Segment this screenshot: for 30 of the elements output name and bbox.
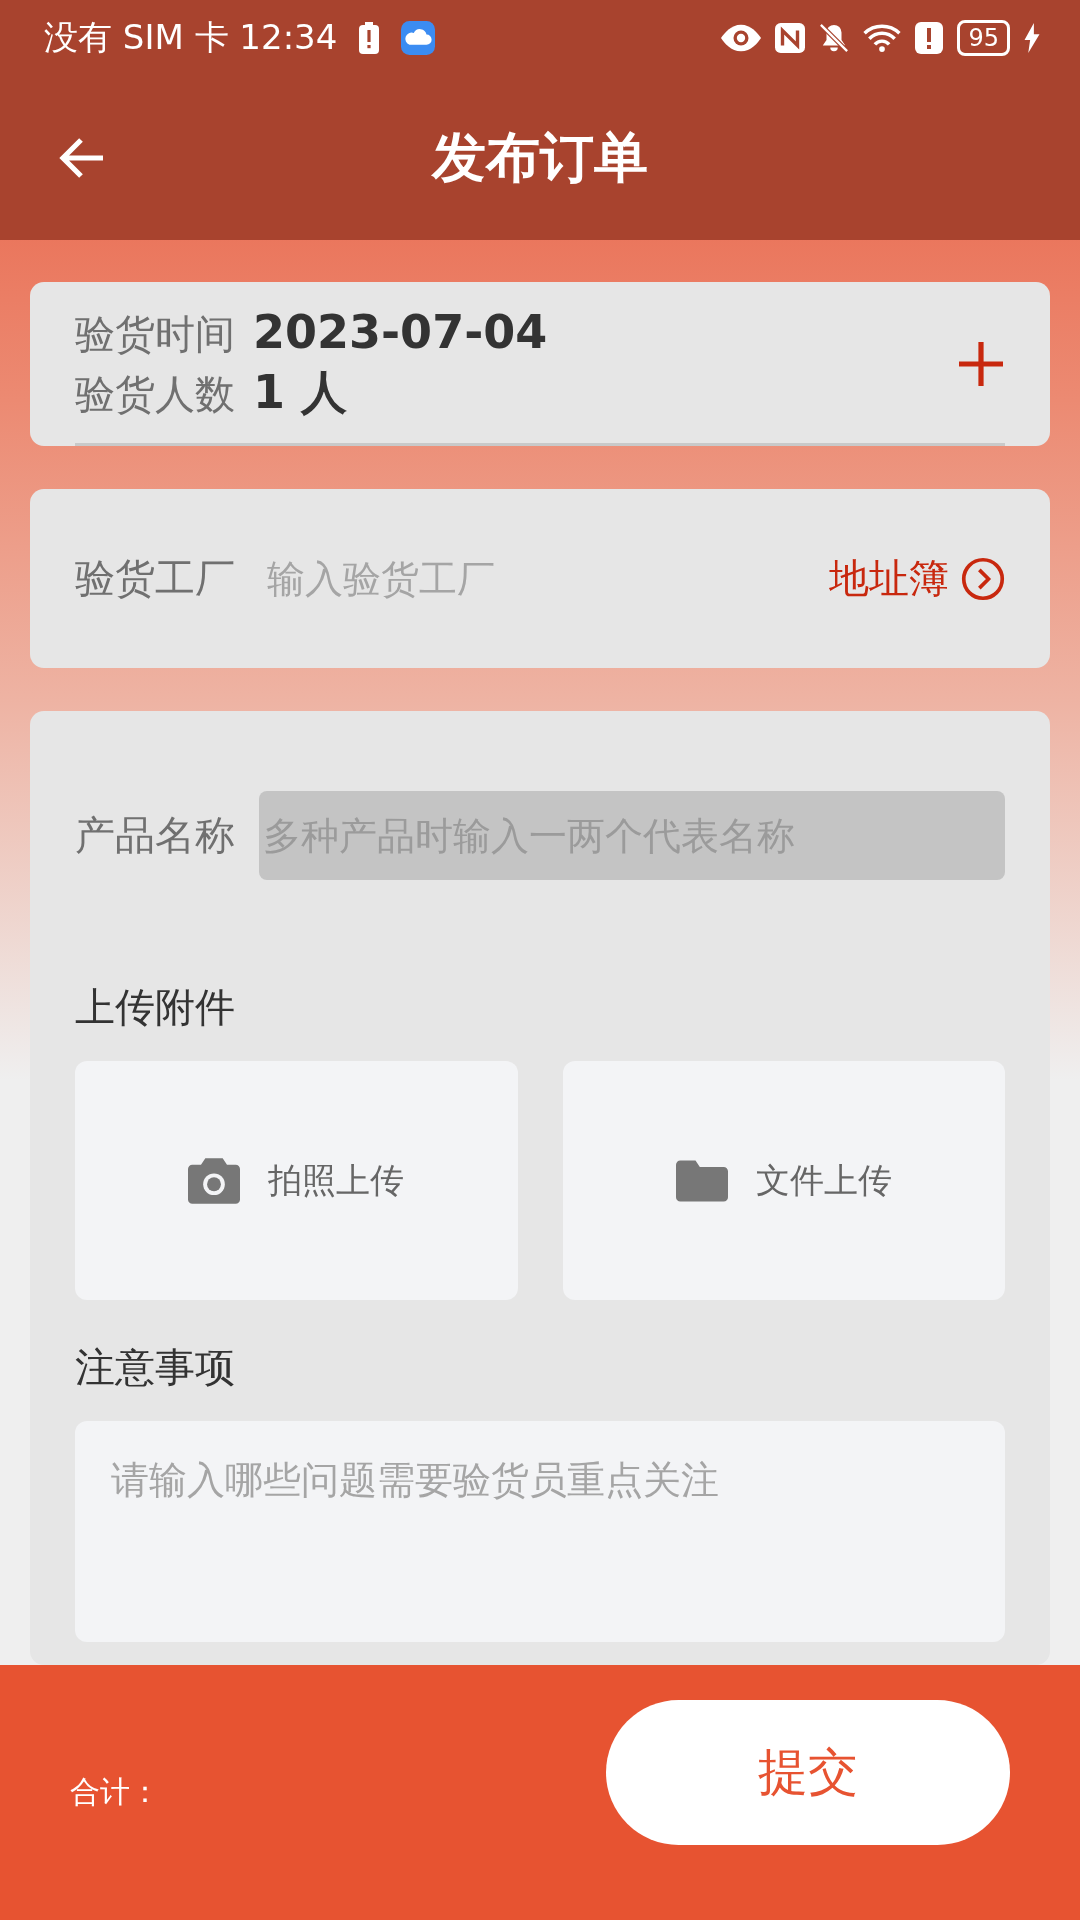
field-label: 验货时间: [75, 309, 235, 359]
battery-alert-icon: [359, 22, 380, 54]
eye-icon: [721, 24, 762, 52]
section-title: 注意事项: [75, 1343, 236, 1392]
submit-button[interactable]: 提交: [606, 1700, 1010, 1845]
people-value[interactable]: 1 人: [253, 361, 348, 424]
chevron-right-icon: [961, 556, 1005, 601]
upload-button[interactable]: 文件上传: [562, 1061, 1005, 1300]
nfc-icon: [775, 22, 806, 54]
page-title: 发布订单: [432, 124, 648, 191]
factory-input[interactable]: 输入验货工厂: [265, 555, 799, 602]
total-label: 合计：: [70, 1773, 160, 1811]
date-value[interactable]: 2023-07-04: [253, 304, 548, 359]
notes-field[interactable]: 请输入哪些问题需要验货员重点关注: [75, 1421, 1005, 1642]
camera-icon: [188, 1157, 241, 1204]
alert-icon: [915, 22, 944, 54]
status-text: 没有 SIM 卡 12:34: [44, 16, 338, 59]
wifi-icon: [863, 23, 902, 53]
field-label: 验货人数: [75, 369, 235, 419]
folder-icon: [675, 1159, 728, 1202]
upload-button[interactable]: 拍照上传: [75, 1061, 518, 1300]
cloud-icon: [401, 21, 436, 55]
address-book-link[interactable]: 地址簿: [829, 551, 1005, 606]
add-button[interactable]: [957, 340, 1005, 388]
field-label: 产品名称: [75, 811, 235, 860]
field-label: 验货工厂: [75, 554, 235, 603]
section-title: 上传附件: [75, 983, 236, 1032]
charging-icon: [1024, 23, 1040, 53]
battery-level: 95: [957, 20, 1010, 56]
bell-muted-icon: [819, 22, 850, 54]
